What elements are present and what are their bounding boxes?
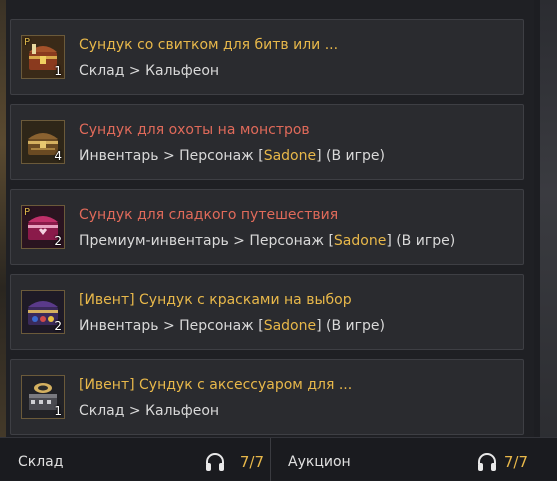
list-item[interactable]: 4 Сундук для охоты на монстров Инвентарь…	[10, 104, 524, 180]
location-status: ] (В игре)	[386, 233, 456, 249]
item-location: Премиум-инвентарь > Персонаж [Sadone] (В…	[79, 232, 455, 250]
footer-auction[interactable]: Аукцион 7/7	[272, 438, 534, 481]
list-item[interactable]: 2 [Ивент] Сундук с красками на выбор Инв…	[10, 274, 524, 350]
item-title: Сундук со свитком для битв или ...	[79, 37, 339, 53]
chest-accessory-icon: 1	[21, 375, 65, 419]
item-location: Инвентарь > Персонаж [Sadone] (В игре)	[79, 147, 385, 165]
item-title: Сундук для охоты на монстров	[79, 122, 310, 138]
character-name: Sadone	[263, 318, 317, 334]
chest-scroll-icon: P 1	[21, 35, 65, 79]
headphones-icon	[478, 453, 496, 471]
location-path: Инвентарь > Персонаж [	[79, 318, 264, 334]
item-title: [Ивент] Сундук с красками на выбор	[79, 292, 352, 308]
chest-paint-icon: 2	[21, 290, 65, 334]
location-status: ] (В игре)	[316, 148, 385, 164]
item-title: [Ивент] Сундук с аксессуаром для ...	[79, 377, 353, 393]
warehouse-count: 7/7	[239, 453, 264, 471]
premium-badge: P	[24, 37, 31, 48]
item-count: 1	[54, 64, 62, 78]
item-count: 2	[54, 319, 62, 333]
location-status: ] (В игре)	[316, 318, 385, 334]
location-path: Инвентарь > Персонаж [	[79, 148, 264, 164]
background-right-edge	[540, 0, 557, 480]
item-count: 1	[54, 404, 62, 418]
item-location: Склад > Кальфеон	[79, 403, 220, 419]
footer-warehouse[interactable]: Склад 7/7	[6, 438, 271, 481]
location-path: Премиум-инвентарь > Персонаж [	[79, 233, 334, 249]
item-title: Сундук для сладкого путешествия	[79, 207, 339, 223]
list-item[interactable]: P 1 Сундук со свитком для битв или ... С…	[10, 19, 524, 95]
auction-count: 7/7	[503, 453, 528, 471]
premium-badge: P	[24, 207, 31, 218]
headphones-icon	[206, 453, 224, 471]
character-name: Sadone	[333, 233, 387, 249]
warehouse-label: Склад	[18, 454, 64, 470]
chest-sweet-icon: P 2	[21, 205, 65, 249]
footer-bar: Склад 7/7 Аукцион 7/7	[0, 437, 557, 481]
auction-label: Аукцион	[288, 454, 351, 470]
search-results-panel: P 1 Сундук со свитком для битв или ... С…	[6, 0, 534, 437]
chest-monster-icon: 4	[21, 120, 65, 164]
item-count: 2	[54, 234, 62, 248]
item-location: Инвентарь > Персонаж [Sadone] (В игре)	[79, 317, 385, 335]
list-item[interactable]: 1 [Ивент] Сундук с аксессуаром для ... С…	[10, 359, 524, 435]
item-count: 4	[54, 149, 62, 163]
item-location: Склад > Кальфеон	[79, 63, 220, 79]
character-name: Sadone	[263, 148, 317, 164]
list-item[interactable]: P 2 Сундук для сладкого путешествия Прем…	[10, 189, 524, 265]
